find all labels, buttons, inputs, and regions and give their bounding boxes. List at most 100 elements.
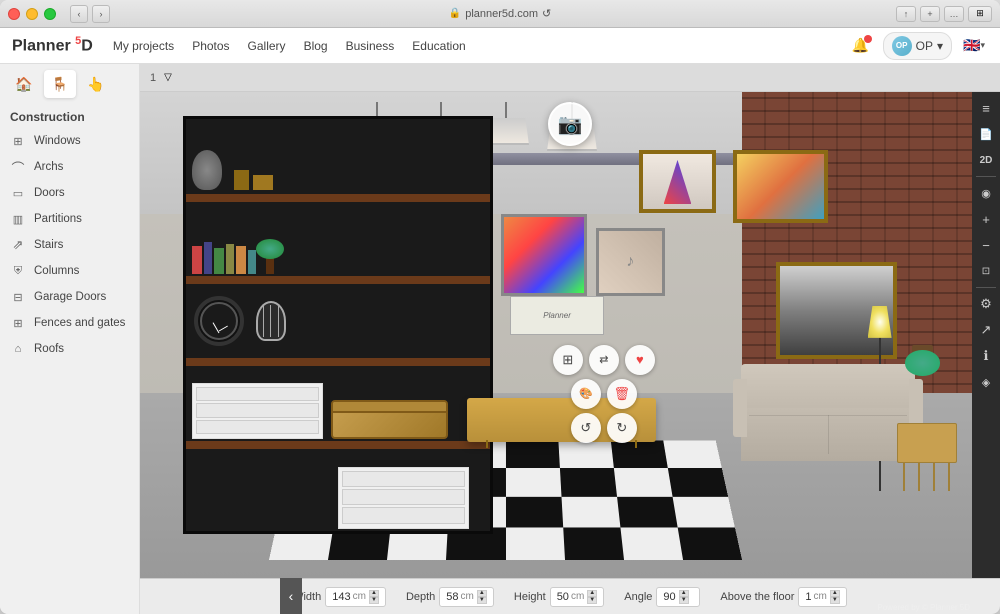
above-floor-value[interactable]: 1 cm ▲ ▼ [798,587,846,607]
info-icon[interactable]: ℹ [974,344,998,368]
nav-education[interactable]: Education [412,35,465,57]
above-floor-down[interactable]: ▼ [830,597,840,604]
filter-icon[interactable]: ▽ [164,72,172,83]
width-value[interactable]: 143 cm ▲ ▼ [325,587,386,607]
nav-gallery[interactable]: Gallery [248,35,286,57]
traffic-lights [8,8,56,20]
nav-business[interactable]: Business [346,35,395,57]
zoom-fit-icon[interactable]: ⊡ [974,259,998,283]
2d-button[interactable]: 2D [974,148,998,172]
stairs-icon: ⇗ [10,237,26,253]
sidebar-item-partitions[interactable]: ▥ Partitions [0,206,139,232]
height-spinners: ▲ ▼ [587,590,597,604]
sidebar-item-archs[interactable]: ⌒ Archs [0,154,139,180]
sidebar-item-garage-doors[interactable]: ⊟ Garage Doors [0,284,139,310]
maximize-button[interactable] [44,8,56,20]
flip-button[interactable]: ⇄ [589,345,619,375]
sidebar-tab-more[interactable]: 👆 [80,70,112,98]
bookmark-icon[interactable]: + [920,6,940,22]
artist-plaque: Planner [510,296,605,335]
language-selector[interactable]: 🇬🇧 ▾ [960,32,988,60]
width-spinners: ▲ ▼ [369,590,379,604]
white-drawers-right [338,467,469,530]
rotate-right-button[interactable]: ↻ [607,413,637,443]
forward-button[interactable]: › [92,5,110,23]
width-up[interactable]: ▲ [369,590,379,597]
height-down[interactable]: ▼ [587,597,597,604]
garage-doors-icon: ⊟ [10,289,26,305]
height-up[interactable]: ▲ [587,590,597,597]
delete-button[interactable]: 🗑 [607,379,637,409]
sidebar-tab-home[interactable]: 🏠 [8,70,40,98]
zoom-out-icon[interactable]: − [974,233,998,257]
back-button[interactable]: ‹ [70,5,88,23]
columns-icon: ⛨ [10,263,26,279]
angle-down[interactable]: ▼ [679,597,689,604]
zoom-in-icon[interactable]: + [974,207,998,231]
canvas-label: 1 [150,72,156,84]
side-table [897,423,957,491]
sidebar-item-columns[interactable]: ⛨ Columns [0,258,139,284]
sidebar-item-doors[interactable]: ▭ Doors [0,180,139,206]
close-button[interactable] [8,8,20,20]
left-nav-arrow[interactable]: ‹ [280,578,302,614]
white-drawers-left [192,383,323,439]
depth-down[interactable]: ▼ [477,597,487,604]
settings-icon[interactable]: … [944,6,964,22]
settings-icon[interactable]: ⚙ [974,292,998,316]
refresh-icon[interactable]: ↺ [542,7,551,20]
windows-icon: ⊞ [10,133,26,149]
canvas-area[interactable]: 1 ▽ 📷 [140,64,1000,614]
above-floor-up[interactable]: ▲ [830,590,840,597]
minimize-button[interactable] [26,8,38,20]
sidebar-item-windows[interactable]: ⊞ Windows [0,128,139,154]
main-layout: 🏠 🪑 👆 Construction ⊞ Windows ⌒ Archs ▭ D… [0,64,1000,614]
depth-up[interactable]: ▲ [477,590,487,597]
paint-button[interactable]: 🎨 [571,379,601,409]
sidebar-item-stairs[interactable]: ⇗ Stairs [0,232,139,258]
suitcase [331,400,448,439]
share-icon[interactable]: ↑ [896,6,916,22]
canvas-top-bar: 1 ▽ [140,64,1000,92]
sidebar-item-fences[interactable]: ⊞ Fences and gates [0,310,139,336]
favorite-button[interactable]: ♥ [625,345,655,375]
menu-icon[interactable]: ≡ [974,96,998,120]
bottom-bar: Width 143 cm ▲ ▼ Depth 58 cm [140,578,1000,614]
depth-value[interactable]: 58 cm ▲ ▼ [439,587,494,607]
angle-value[interactable]: 90 ▲ ▼ [656,587,700,607]
angle-up[interactable]: ▲ [679,590,689,597]
extra-icon[interactable]: ◈ [974,370,998,394]
angle-field: Angle 90 ▲ ▼ [624,587,700,607]
flag-icon: 🇬🇧 [963,37,980,54]
layers-icon[interactable]: 📄 [974,122,998,146]
chevron-down-icon: ▾ [937,39,943,53]
brand-logo[interactable]: Planner 5D [12,35,93,55]
nav-photos[interactable]: Photos [192,35,229,57]
artwork-back-1 [501,214,587,297]
roofs-icon: ⌂ [10,341,26,357]
copy-button[interactable]: ⊞ [553,345,583,375]
height-field: Height 50 cm ▲ ▼ [514,587,604,607]
sidebar-item-roofs[interactable]: ⌂ Roofs [0,336,139,362]
depth-spinners: ▲ ▼ [477,590,487,604]
bonsai [266,254,274,274]
sidebar-tab-items[interactable]: 🪑 [44,70,76,98]
nav-right-actions: 🔔 OP OP ▾ 🇬🇧 ▾ [847,32,988,60]
nav-items: My projects Photos Gallery Blog Business… [113,35,847,57]
doors-icon: ▭ [10,185,26,201]
nav-blog[interactable]: Blog [304,35,328,57]
address-bar[interactable]: 🔒 planner5d.com ↺ [449,7,551,20]
camera-button[interactable]: 📷 [548,102,592,146]
notifications-button[interactable]: 🔔 [847,32,875,60]
user-menu-button[interactable]: OP OP ▾ [883,32,952,60]
nav-my-projects[interactable]: My projects [113,35,174,57]
right-panel: ≡ 📄 2D ◉ + − ⊡ ⚙ ↗ ℹ ◈ [972,92,1000,578]
height-value[interactable]: 50 cm ▲ ▼ [550,587,605,607]
window-resize-icon[interactable]: ⊞ [968,6,992,22]
view-icon[interactable]: ◉ [974,181,998,205]
rotate-left-button[interactable]: ↺ [571,413,601,443]
width-down[interactable]: ▼ [369,597,379,604]
titlebar: ‹ › 🔒 planner5d.com ↺ ↑ + … ⊞ [0,0,1000,28]
artwork-back-2: ♪ [596,228,665,296]
share-icon[interactable]: ↗ [974,318,998,342]
